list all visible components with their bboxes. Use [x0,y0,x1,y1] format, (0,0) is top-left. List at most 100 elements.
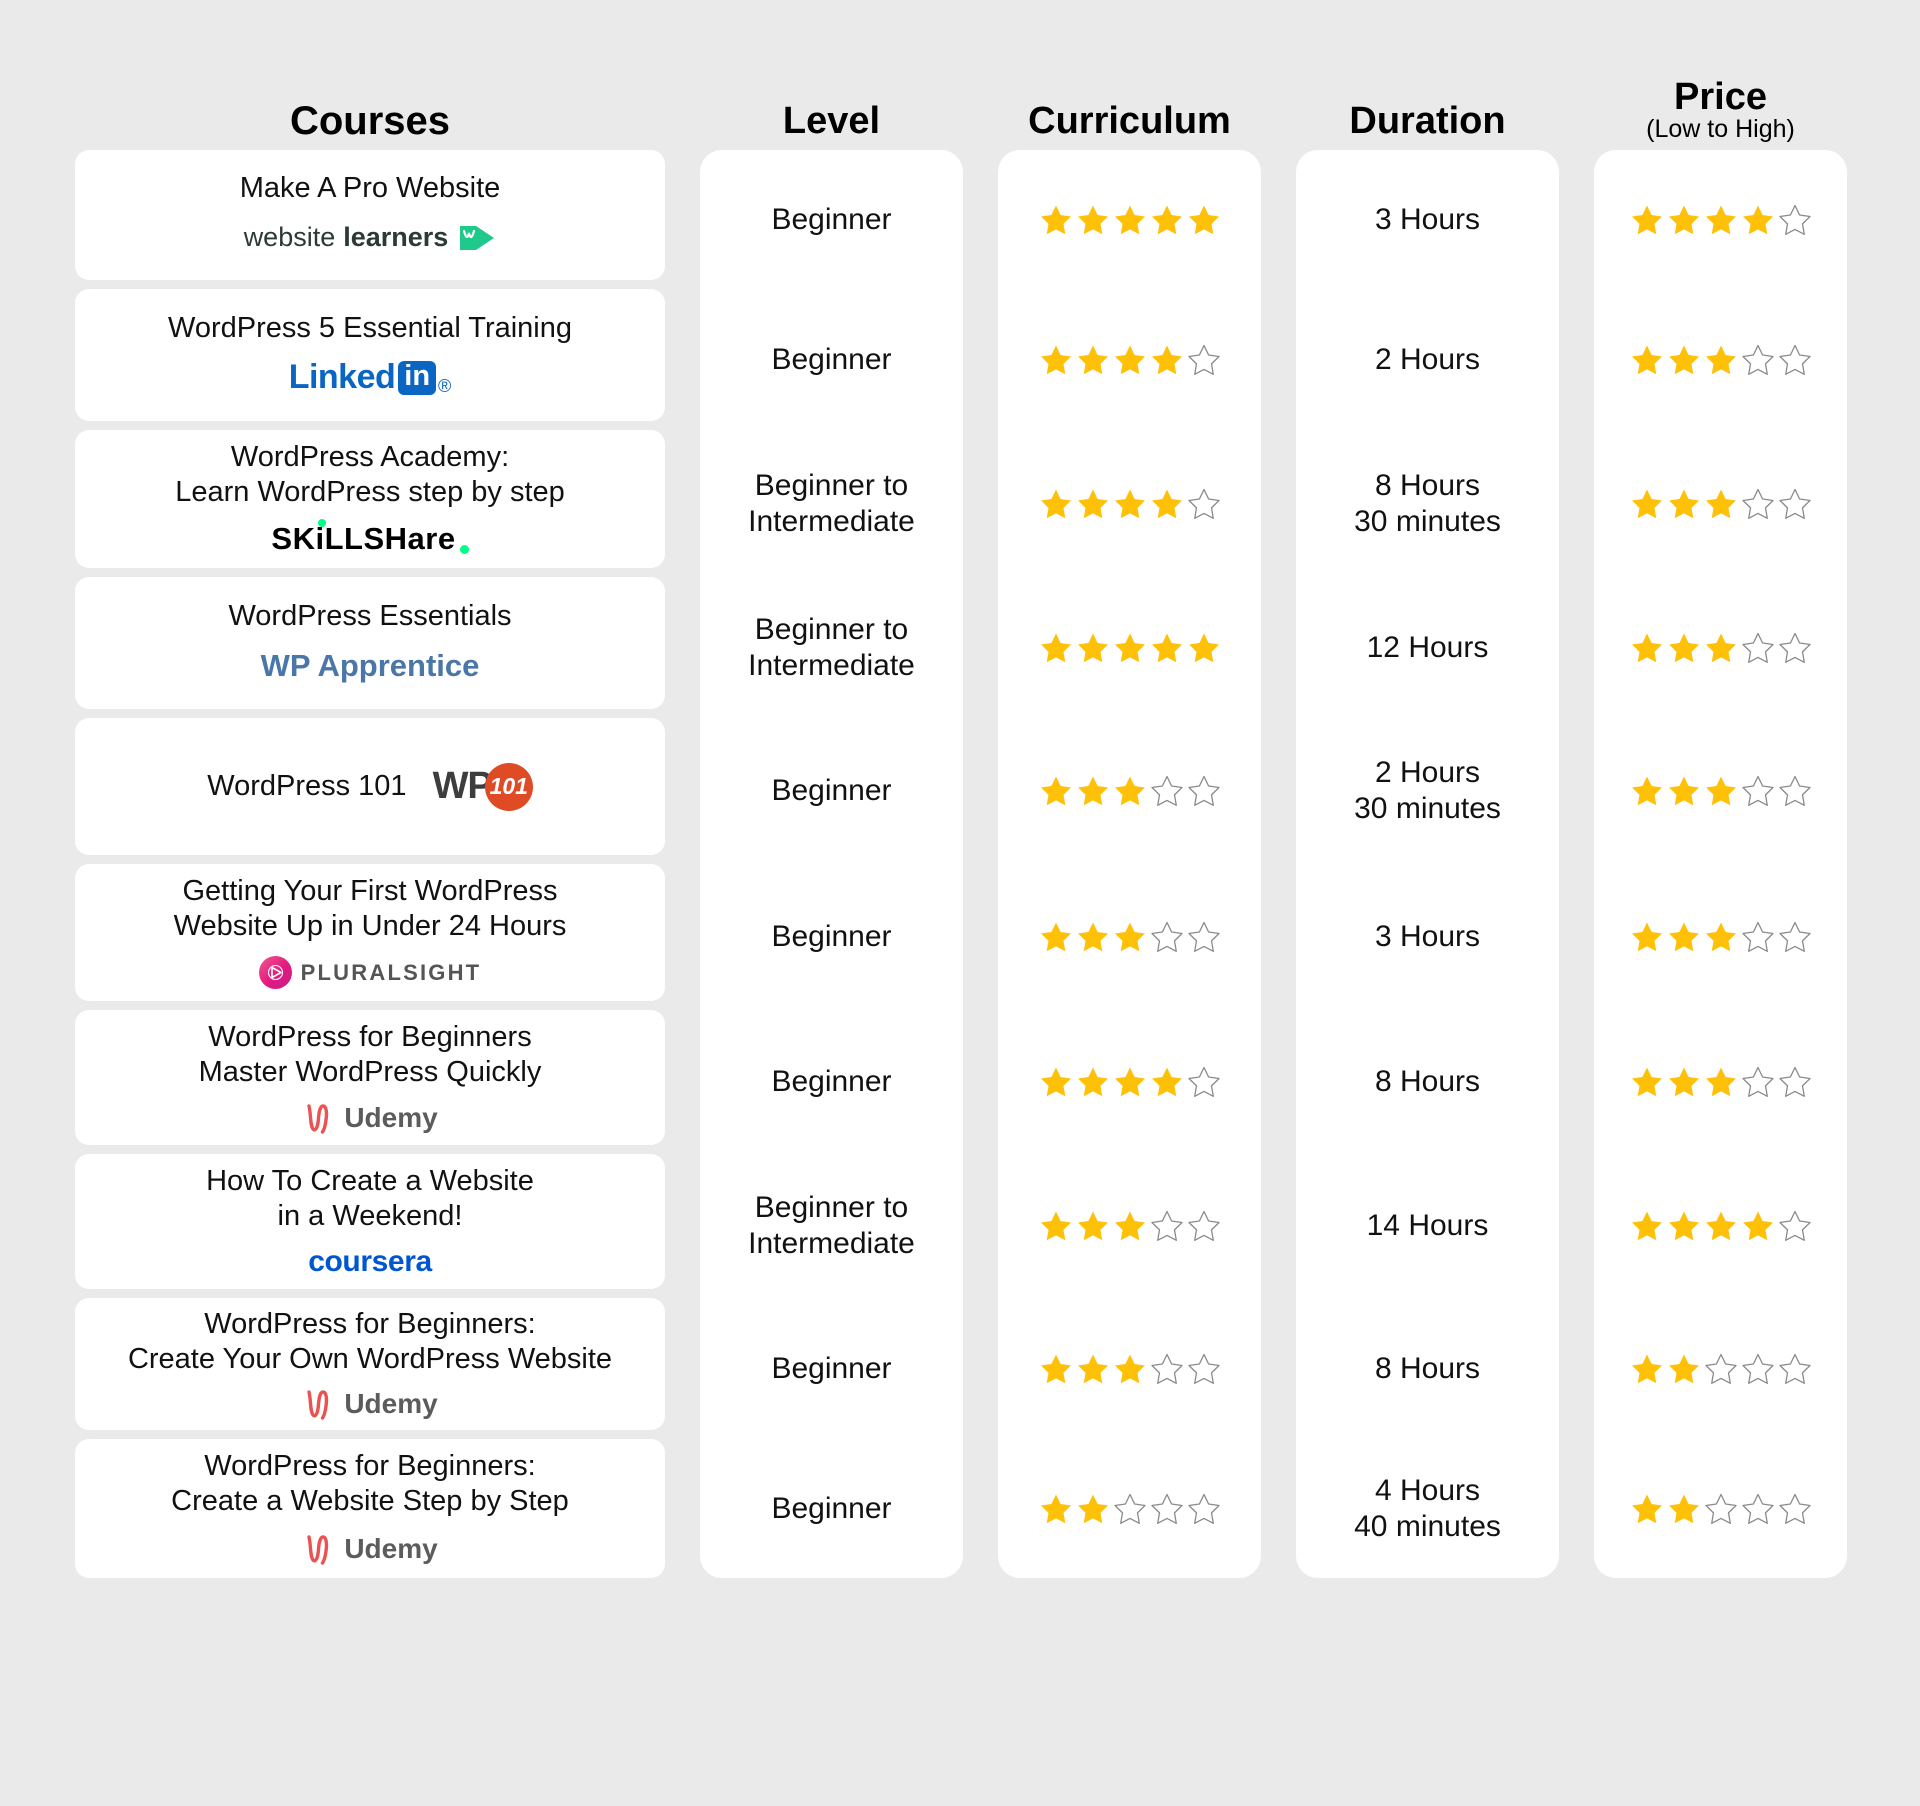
level-value: Beginner [771,202,892,236]
curriculum-rating-stars [1039,487,1221,521]
price-cell [1594,1439,1847,1578]
course-provider-logo: Udemy [302,1530,438,1568]
curriculum-rating-stars [1039,631,1221,665]
wp-apprentice-logo-icon: WP Apprentice [260,647,480,683]
column-header-curriculum: Curriculum [1028,100,1231,143]
curriculum-rating-stars [1039,1209,1221,1243]
coursera-logo-icon: coursera [308,1244,432,1278]
course-title: Make A Pro Website [239,172,501,205]
level-value: Beginner [771,342,892,376]
course-card[interactable]: Make A Pro Website website learners [75,150,665,280]
course-provider-logo: SKiLLSHare [271,519,469,558]
curriculum-rating-stars [1039,774,1221,808]
course-provider-logo: WP 101 [433,762,533,811]
level-value: Beginner to Intermediate [748,612,915,682]
price-cell [1594,577,1847,718]
level-value: Beginner [771,920,892,953]
price-rating-stars [1630,343,1812,377]
level-cell: Beginner [700,1439,963,1578]
curriculum-rating-stars [1039,203,1221,237]
level-cell: Beginner [700,1298,963,1439]
table-body: Make A Pro Website website learners WordPre… [0,150,1920,1578]
price-rating-stars [1630,1065,1812,1099]
level-cell: Beginner [700,718,963,864]
course-card[interactable]: Getting Your First WordPress Website Up … [75,864,665,1001]
price-cell [1594,1154,1847,1298]
price-rating-stars [1630,487,1812,521]
duration-value: 3 Hours [1374,920,1481,953]
curriculum-rating-stars [1039,343,1221,377]
level-value: Beginner to Intermediate [748,468,915,538]
price-cell [1594,1010,1847,1154]
curriculum-cell [998,150,1261,289]
column-header-price: Price (Low to High) [1594,75,1847,143]
course-title: WordPress 5 Essential Training [167,312,573,345]
column-header-level: Level [782,100,881,143]
websitelearners-logo-icon: website learners [244,222,497,253]
price-rating-stars [1630,203,1812,237]
course-title: WordPress Essentials [228,600,512,633]
price-label: Price [1674,75,1767,118]
course-provider-logo: coursera [308,1245,432,1279]
duration-value: 2 Hours [1374,342,1481,376]
level-cell: Beginner to Intermediate [700,1154,963,1298]
duration-value: 12 Hours [1366,630,1489,664]
wp101-logo-icon: WP 101 [433,762,533,811]
course-card[interactable]: WordPress for Beginners: Create Your Own… [75,1298,665,1430]
curriculum-cell [998,289,1261,430]
udemy-logo-icon: Udemy [302,1101,438,1135]
table-header: Courses Level Curriculum Duration Price … [0,0,1920,150]
level-value: Beginner [771,1491,892,1525]
curriculum-cell [998,1439,1261,1578]
course-provider-logo: PLURALSIGHT [258,955,482,991]
price-rating-stars [1630,1492,1812,1526]
course-card[interactable]: WordPress for Beginners: Create a Websit… [75,1439,665,1578]
course-title: Getting Your First WordPress Website Up … [173,875,567,943]
duration-cell: 3 Hours [1296,864,1559,1010]
course-comparison-table: Courses Level Curriculum Duration Price … [0,0,1920,1806]
course-card[interactable]: How To Create a Website in a Weekend! cou… [75,1154,665,1289]
price-cell [1594,864,1847,1010]
course-title: WordPress Academy: Learn WordPress step … [175,441,565,509]
duration-value: 8 Hours [1374,1351,1481,1385]
duration-value: 3 Hours [1374,202,1481,236]
course-title: WordPress 101 [207,769,407,802]
level-value: Beginner [771,774,892,807]
price-rating-stars [1630,631,1812,665]
level-value: Beginner to Intermediate [748,1191,915,1260]
duration-value: 8 Hours [1374,1065,1481,1098]
level-value: Beginner [771,1351,892,1385]
price-cell [1594,150,1847,289]
price-cell [1594,718,1847,864]
level-cell: Beginner to Intermediate [700,430,963,577]
curriculum-cell [998,430,1261,577]
course-title: WordPress for Beginners Master WordPress… [198,1021,542,1089]
course-card[interactable]: WordPress 5 Essential Training Linked in ® [75,289,665,421]
curriculum-rating-stars [1039,1352,1221,1386]
price-rating-stars [1630,920,1812,954]
duration-cell: 2 Hours [1296,289,1559,430]
curriculum-cell [998,864,1261,1010]
duration-cell: 8 Hours [1296,1010,1559,1154]
column-level: Beginner Beginner Beginner to Intermediate… [700,150,963,1578]
column-price [1594,150,1847,1578]
course-provider-logo: Udemy [302,1387,438,1421]
course-provider-logo: Udemy [302,1101,438,1135]
price-rating-stars [1630,1209,1812,1243]
course-card[interactable]: WordPress Essentials WP Apprentice [75,577,665,709]
course-card[interactable]: WordPress Academy: Learn WordPress step … [75,430,665,568]
udemy-logo-icon: Udemy [302,1532,438,1566]
course-card[interactable]: WordPress 101 WP 101 [75,718,665,855]
curriculum-cell [998,718,1261,864]
pluralsight-logo-icon: PLURALSIGHT [258,956,482,990]
column-curriculum [998,150,1261,1578]
level-cell: Beginner [700,289,963,430]
course-title: How To Create a Website in a Weekend! [206,1165,534,1233]
price-rating-stars [1630,774,1812,808]
duration-cell: 14 Hours [1296,1154,1559,1298]
price-sublabel: (Low to High) [1646,114,1795,143]
level-cell: Beginner [700,864,963,1010]
course-card[interactable]: WordPress for Beginners Master WordPress… [75,1010,665,1145]
course-provider-logo: Linked in ® [289,357,452,399]
price-cell [1594,1298,1847,1439]
